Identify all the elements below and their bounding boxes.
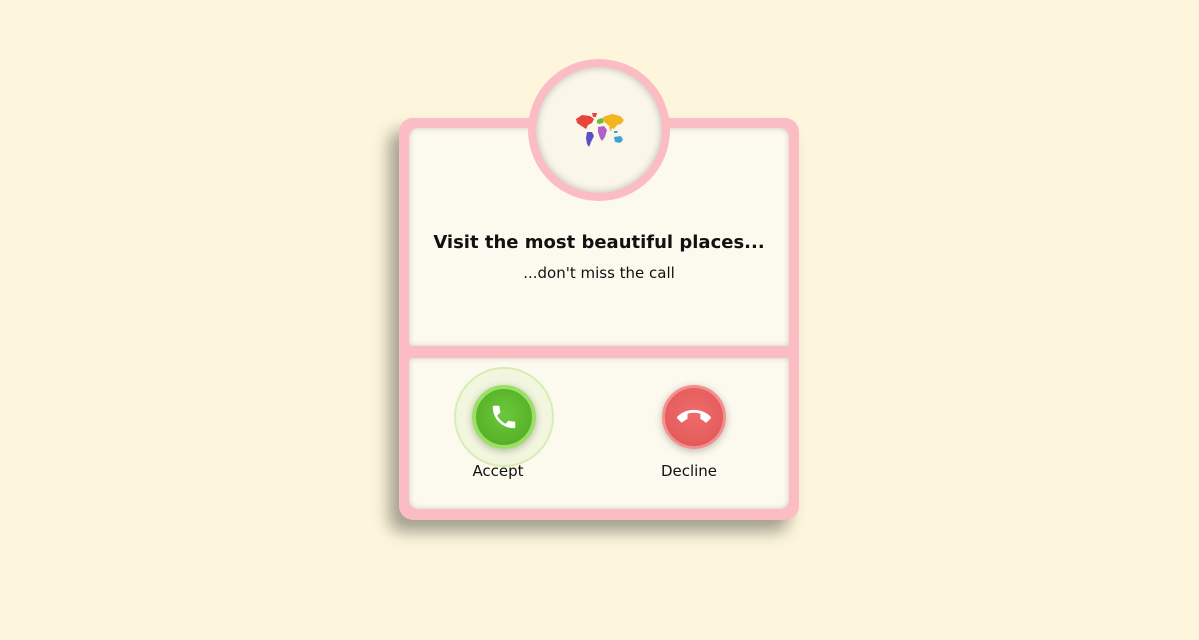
world-map-icon	[576, 113, 624, 147]
decline-button[interactable]	[662, 385, 726, 449]
avatar-inner	[536, 67, 662, 193]
caller-avatar	[528, 59, 670, 201]
phone-icon	[492, 405, 516, 429]
accept-button[interactable]	[472, 385, 536, 449]
phone-hangup-icon	[677, 409, 711, 423]
call-title: Visit the most beautiful places...	[433, 232, 765, 253]
accept-label[interactable]: Accept	[448, 462, 548, 480]
call-subtitle: ...don't miss the call	[523, 264, 675, 282]
decline-label[interactable]: Decline	[639, 462, 739, 480]
